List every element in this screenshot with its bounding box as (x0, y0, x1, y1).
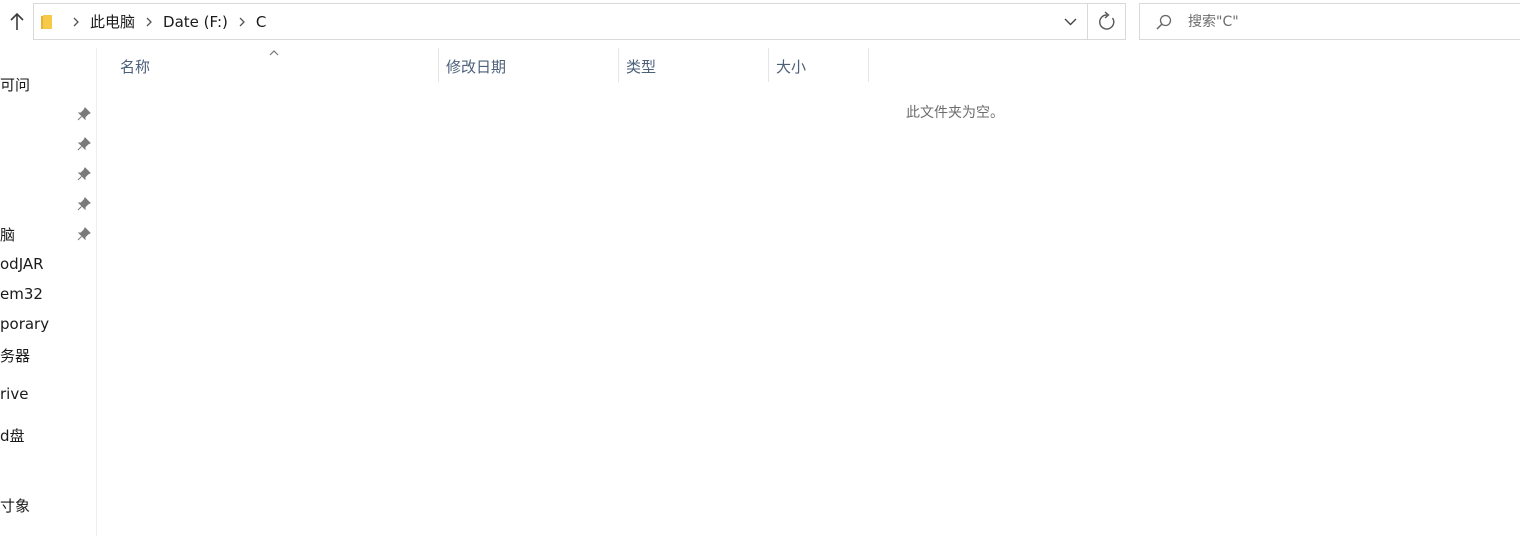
chevron-down-icon[interactable] (1054, 4, 1087, 39)
chevron-right-icon[interactable] (141, 14, 157, 30)
pin-icon (76, 196, 92, 212)
column-headers: 名称 修改日期 类型 大小 (97, 48, 897, 82)
sidebar-item-label: odJAR (0, 255, 44, 273)
refresh-icon[interactable] (1088, 4, 1126, 39)
search-icon[interactable] (1154, 13, 1174, 33)
column-header-name[interactable]: 名称 (112, 48, 438, 82)
breadcrumb: 此电脑 Date (F:) C (62, 4, 266, 39)
arrow-up-icon[interactable] (6, 10, 28, 34)
address-bar[interactable]: 此电脑 Date (F:) C (33, 3, 1126, 40)
sidebar-item-label: rive (0, 385, 29, 403)
sidebar-item-3d-objects[interactable]: 寸象 (0, 492, 96, 518)
search-box (1139, 3, 1520, 40)
pin-icon (76, 136, 92, 152)
chevron-right-icon[interactable] (234, 14, 250, 30)
sidebar-item-label: 务器 (0, 347, 31, 365)
chevron-right-icon[interactable] (68, 14, 84, 30)
breadcrumb-drive[interactable]: Date (F:) (163, 13, 228, 31)
sidebar-item-label: 脑 (0, 226, 16, 244)
column-header-label: 修改日期 (446, 58, 507, 76)
sidebar-item-pinned-2[interactable] (0, 131, 96, 157)
pin-icon (76, 106, 92, 122)
sidebar-item-label: d盘 (0, 427, 25, 445)
breadcrumb-this-pc[interactable]: 此电脑 (90, 11, 135, 32)
sidebar-item-label: porary (0, 315, 50, 333)
sidebar-item-pinned-1[interactable] (0, 101, 96, 127)
pin-icon (76, 226, 92, 242)
sidebar-item-this-pc[interactable]: 脑 (0, 221, 96, 247)
column-divider[interactable] (868, 48, 869, 82)
sidebar-item-folder[interactable]: 务器 (0, 342, 96, 368)
sidebar-item-pinned-3[interactable] (0, 161, 96, 187)
sidebar-item-folder[interactable]: porary (0, 312, 96, 338)
sidebar-item-label: 寸象 (0, 497, 31, 515)
navigation-pane: 可问 脑 odJAR em32 porary 务器 rive d盘 寸象 (0, 48, 96, 536)
column-header-size[interactable]: 大小 (768, 48, 868, 82)
empty-folder-message: 此文件夹为空。 (906, 105, 1004, 121)
breadcrumb-current-folder[interactable]: C (256, 13, 266, 31)
sidebar-item-label: em32 (0, 285, 43, 303)
pane-divider (96, 48, 97, 536)
sidebar-item-pinned-4[interactable] (0, 191, 96, 217)
column-header-label: 大小 (776, 58, 807, 76)
sidebar-item-drive[interactable]: d盘 (0, 422, 96, 448)
pin-icon (76, 166, 92, 182)
column-header-label: 名称 (120, 58, 151, 76)
sidebar-item-folder[interactable]: em32 (0, 282, 96, 308)
sidebar-item-label: 可问 (0, 76, 31, 94)
sidebar-item-quick-access[interactable]: 可问 (0, 71, 96, 97)
navigation-bar: 此电脑 Date (F:) C (0, 0, 1520, 44)
folder-icon (40, 14, 54, 30)
column-header-modified[interactable]: 修改日期 (438, 48, 618, 82)
column-header-type[interactable]: 类型 (618, 48, 768, 82)
sidebar-item-onedrive[interactable]: rive (0, 382, 96, 408)
sidebar-item-folder[interactable]: odJAR (0, 252, 96, 278)
column-header-label: 类型 (626, 58, 657, 76)
search-input[interactable] (1188, 10, 1508, 34)
